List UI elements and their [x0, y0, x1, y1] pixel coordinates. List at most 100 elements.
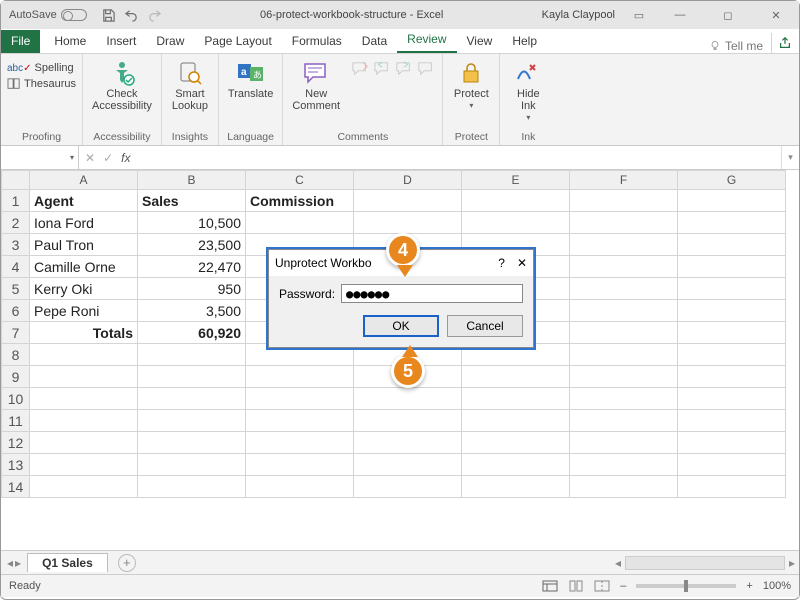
tab-help[interactable]: Help	[502, 30, 547, 53]
prev-comment-icon[interactable]	[373, 61, 391, 77]
hide-ink-button[interactable]: Hide Ink ▾	[506, 58, 550, 125]
ok-button[interactable]: OK	[363, 315, 439, 337]
cell-G5[interactable]	[678, 278, 786, 300]
row-header-14[interactable]: 14	[2, 476, 30, 498]
cell-G3[interactable]	[678, 234, 786, 256]
cell-A7[interactable]: Totals	[30, 322, 138, 344]
cell-E1[interactable]	[462, 190, 570, 212]
cell-B9[interactable]	[138, 366, 246, 388]
cell-A2[interactable]: Iona Ford	[30, 212, 138, 234]
cell-B10[interactable]	[138, 388, 246, 410]
col-header-C[interactable]: C	[246, 171, 354, 190]
cell-A10[interactable]	[30, 388, 138, 410]
cell-B11[interactable]	[138, 410, 246, 432]
minimize-button[interactable]: —	[663, 3, 697, 27]
cell-G2[interactable]	[678, 212, 786, 234]
select-all-corner[interactable]	[2, 171, 30, 190]
fx-icon[interactable]: fx	[121, 151, 130, 165]
cell-C9[interactable]	[246, 366, 354, 388]
tab-home[interactable]: Home	[44, 30, 96, 53]
new-comment-button[interactable]: New Comment	[289, 58, 343, 114]
dialog-help-button[interactable]: ?	[498, 256, 505, 270]
row-header-9[interactable]: 9	[2, 366, 30, 388]
cell-A8[interactable]	[30, 344, 138, 366]
user-name[interactable]: Kayla Claypool	[542, 9, 615, 21]
col-header-F[interactable]: F	[570, 171, 678, 190]
row-header-10[interactable]: 10	[2, 388, 30, 410]
new-sheet-button[interactable]: +	[118, 554, 136, 572]
delete-comment-icon[interactable]	[351, 61, 369, 77]
cell-B2[interactable]: 10,500	[138, 212, 246, 234]
view-page-break-icon[interactable]	[594, 580, 610, 592]
cell-C10[interactable]	[246, 388, 354, 410]
cell-F11[interactable]	[570, 410, 678, 432]
cell-G1[interactable]	[678, 190, 786, 212]
tab-draw[interactable]: Draw	[146, 30, 194, 53]
cell-F9[interactable]	[570, 366, 678, 388]
sheet-tab-q1-sales[interactable]: Q1 Sales	[27, 553, 108, 572]
horizontal-scrollbar[interactable]	[625, 556, 785, 570]
cell-D13[interactable]	[354, 454, 462, 476]
redo-icon[interactable]	[147, 8, 162, 23]
horizontal-scroll-right[interactable]: ▸	[785, 556, 799, 570]
cell-F8[interactable]	[570, 344, 678, 366]
autosave-toggle[interactable]: AutoSave	[9, 9, 87, 21]
cell-A1[interactable]: Agent	[30, 190, 138, 212]
horizontal-scroll-left[interactable]: ◂	[611, 556, 625, 570]
view-normal-icon[interactable]	[542, 580, 558, 592]
save-icon[interactable]	[101, 8, 116, 23]
cell-A14[interactable]	[30, 476, 138, 498]
cell-G8[interactable]	[678, 344, 786, 366]
cell-D12[interactable]	[354, 432, 462, 454]
tab-formulas[interactable]: Formulas	[282, 30, 352, 53]
cell-G12[interactable]	[678, 432, 786, 454]
sheet-nav-next-icon[interactable]: ▸	[15, 556, 21, 570]
cell-E2[interactable]	[462, 212, 570, 234]
row-header-8[interactable]: 8	[2, 344, 30, 366]
cell-G4[interactable]	[678, 256, 786, 278]
col-header-D[interactable]: D	[354, 171, 462, 190]
thesaurus-button[interactable]: Thesaurus	[7, 78, 76, 90]
row-header-4[interactable]: 4	[2, 256, 30, 278]
check-accessibility-button[interactable]: Check Accessibility	[89, 58, 155, 114]
show-comments-icon[interactable]	[417, 61, 435, 77]
row-header-12[interactable]: 12	[2, 432, 30, 454]
cell-F2[interactable]	[570, 212, 678, 234]
cell-E12[interactable]	[462, 432, 570, 454]
col-header-B[interactable]: B	[138, 171, 246, 190]
row-header-5[interactable]: 5	[2, 278, 30, 300]
cell-A12[interactable]	[30, 432, 138, 454]
tab-file[interactable]: File	[1, 30, 40, 53]
view-page-layout-icon[interactable]	[568, 580, 584, 592]
cell-B5[interactable]: 950	[138, 278, 246, 300]
spelling-button[interactable]: abc✓Spelling	[7, 62, 74, 74]
cell-B1[interactable]: Sales	[138, 190, 246, 212]
cell-F14[interactable]	[570, 476, 678, 498]
cell-C14[interactable]	[246, 476, 354, 498]
cell-D11[interactable]	[354, 410, 462, 432]
cell-B7[interactable]: 60,920	[138, 322, 246, 344]
cell-F5[interactable]	[570, 278, 678, 300]
cell-B6[interactable]: 3,500	[138, 300, 246, 322]
cell-B4[interactable]: 22,470	[138, 256, 246, 278]
zoom-slider[interactable]	[636, 584, 736, 588]
cell-G13[interactable]	[678, 454, 786, 476]
cell-B13[interactable]	[138, 454, 246, 476]
cell-F4[interactable]	[570, 256, 678, 278]
cell-B3[interactable]: 23,500	[138, 234, 246, 256]
undo-icon[interactable]	[124, 8, 139, 23]
close-button[interactable]: ✕	[759, 3, 793, 27]
cell-F10[interactable]	[570, 388, 678, 410]
enter-icon[interactable]: ✓	[103, 151, 113, 165]
ribbon-options-icon[interactable]: ▭	[629, 9, 649, 22]
cell-A9[interactable]	[30, 366, 138, 388]
cell-G6[interactable]	[678, 300, 786, 322]
row-header-7[interactable]: 7	[2, 322, 30, 344]
row-header-1[interactable]: 1	[2, 190, 30, 212]
tab-data[interactable]: Data	[352, 30, 397, 53]
cell-G14[interactable]	[678, 476, 786, 498]
cell-E9[interactable]	[462, 366, 570, 388]
cell-F13[interactable]	[570, 454, 678, 476]
row-header-13[interactable]: 13	[2, 454, 30, 476]
col-header-G[interactable]: G	[678, 171, 786, 190]
